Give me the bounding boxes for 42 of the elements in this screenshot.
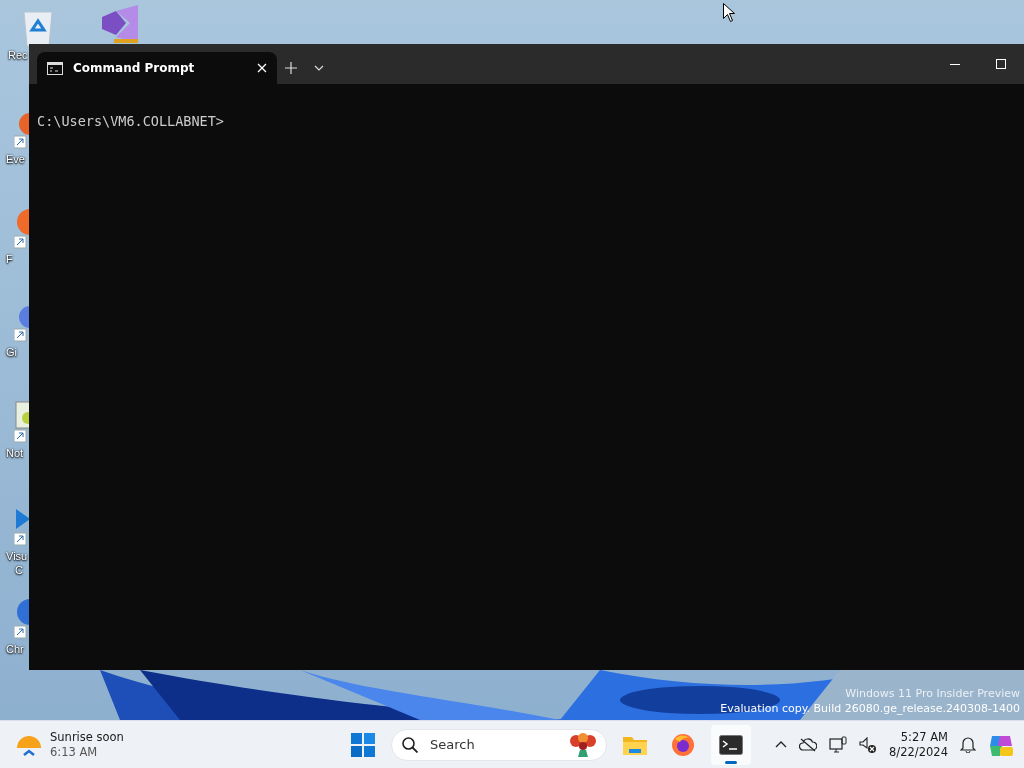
terminal-tab[interactable]: Command Prompt — [37, 52, 277, 84]
search-icon — [402, 736, 418, 753]
bell-icon[interactable] — [960, 736, 976, 753]
desktop-icon-label: Not — [6, 446, 24, 460]
watermark-text: Evaluation copy. Build 26080.ge_release.240308-1400 — [720, 701, 1020, 716]
app-shortcut-icon[interactable] — [14, 598, 30, 642]
clock[interactable]: 5:27 AM 8/22/2024 — [889, 729, 948, 760]
weather-title: Sunrise soon — [50, 729, 124, 745]
pointer-icon — [723, 3, 735, 22]
desktop-icon-label: Gi — [6, 345, 17, 359]
chevron-down-icon — [314, 65, 324, 71]
speaker-muted-icon[interactable] — [859, 736, 878, 753]
app-shortcut-icon[interactable] — [14, 112, 30, 152]
browser-icon — [671, 732, 695, 757]
weather-widget[interactable]: Sunrise soon 6:13 AM — [0, 729, 273, 760]
flower-doodle-icon — [568, 731, 598, 758]
terminal-taskbar-button[interactable] — [711, 724, 751, 765]
desktop-icon-label: Chr — [6, 642, 24, 656]
search-bar[interactable]: Search — [391, 728, 607, 761]
weather-subtitle: 6:13 AM — [50, 744, 99, 760]
plus-icon — [285, 62, 297, 74]
windows-logo-icon — [351, 732, 375, 757]
app-shortcut-icon[interactable] — [14, 208, 30, 252]
desktop-icon-label: Rec — [8, 48, 28, 62]
desktop-icon-label: F — [6, 252, 13, 266]
desktop-icon-label: Visu — [6, 549, 28, 563]
clock-time: 5:27 AM — [900, 729, 948, 745]
console-icon — [47, 61, 63, 75]
terminal-icon — [719, 734, 743, 755]
clock-date: 8/22/2024 — [889, 744, 948, 760]
desktop-icon-label: C — [14, 563, 23, 577]
close-icon[interactable] — [257, 63, 267, 73]
chevron-up-icon[interactable] — [775, 741, 788, 748]
watermark-text: Windows 11 Pro Insider Preview — [845, 686, 1020, 701]
minimize-icon — [950, 63, 960, 65]
console-line: C:\Users\VM6.COLLABNET> — [37, 112, 225, 130]
app-shortcut-icon[interactable] — [14, 305, 30, 345]
desktop-icon-label: Eve — [6, 152, 25, 166]
cloud-off-icon[interactable] — [799, 737, 818, 752]
maximize-icon — [996, 59, 1006, 69]
network-icon[interactable] — [829, 735, 848, 754]
search-field[interactable]: Search — [428, 736, 558, 753]
